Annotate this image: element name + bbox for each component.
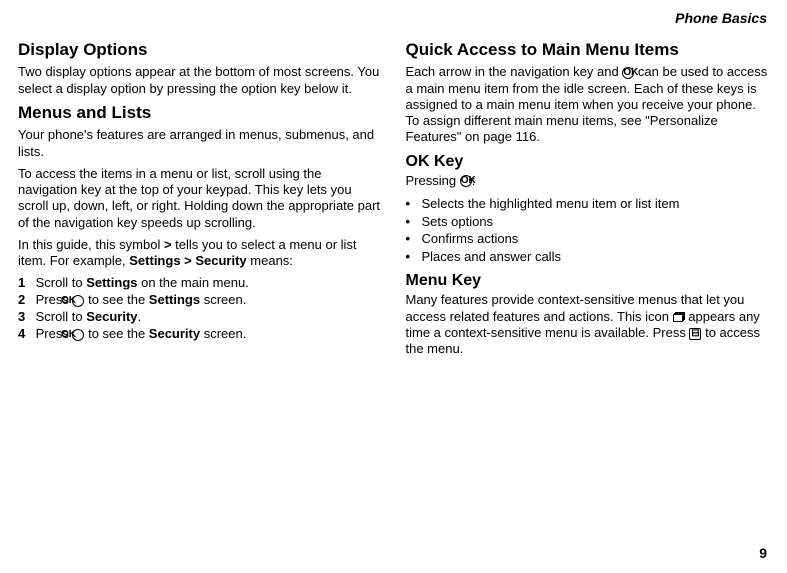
paragraph: Each arrow in the navigation key and OK …	[406, 64, 770, 145]
step-1: 1 Scroll to Settings on the main menu.	[18, 275, 382, 292]
chapter-title: Phone Basics	[18, 10, 769, 26]
left-column: Display Options Two display options appe…	[18, 34, 382, 363]
paragraph: In this guide, this symbol > tells you t…	[18, 237, 382, 270]
two-column-layout: Display Options Two display options appe…	[18, 34, 769, 363]
text: Scroll to	[36, 275, 87, 290]
menu-name: Settings	[86, 275, 137, 290]
ok-key-icon: OK	[460, 175, 472, 187]
paragraph: To access the items in a menu or list, s…	[18, 166, 382, 231]
bullet-list: Selects the highlighted menu item or lis…	[406, 195, 770, 265]
right-column: Quick Access to Main Menu Items Each arr…	[406, 34, 770, 363]
text: means:	[247, 253, 293, 268]
paragraph: Pressing OK:	[406, 173, 770, 189]
list-item: Places and answer calls	[406, 248, 770, 266]
text: In this guide, this symbol	[18, 237, 164, 252]
text: Pressing	[406, 173, 460, 188]
list-item: Confirms actions	[406, 230, 770, 248]
text: to see the	[84, 326, 148, 341]
list-item: Selects the highlighted menu item or lis…	[406, 195, 770, 213]
heading-menus-lists: Menus and Lists	[18, 103, 382, 123]
ok-key-icon: OK	[72, 329, 84, 341]
text: Each arrow in the navigation key and	[406, 64, 623, 79]
ok-key-icon: OK	[622, 67, 634, 79]
heading-menu-key: Menu Key	[406, 271, 770, 290]
step-2: 2 Press OK to see the Settings screen.	[18, 292, 382, 309]
example-path: Settings > Security	[129, 253, 246, 268]
heading-display-options: Display Options	[18, 40, 382, 60]
list-item: Sets options	[406, 213, 770, 231]
text: screen.	[200, 326, 246, 341]
step-4: 4 Press OK to see the Security screen.	[18, 326, 382, 343]
menu-stack-icon	[673, 312, 685, 322]
step-3: 3 Scroll to Security.	[18, 309, 382, 326]
text: :	[472, 173, 476, 188]
menu-name: Security	[86, 309, 137, 324]
heading-quick-access: Quick Access to Main Menu Items	[406, 40, 770, 60]
text: Scroll to	[36, 309, 87, 324]
paragraph: Many features provide context-sensitive …	[406, 292, 770, 357]
text: screen.	[200, 292, 246, 307]
menu-name: Security	[149, 326, 200, 341]
ok-key-icon: OK	[72, 295, 84, 307]
menu-key-icon: ⊟	[689, 328, 701, 340]
text: .	[138, 309, 142, 324]
page-number: 9	[759, 545, 767, 561]
numbered-steps: 1 Scroll to Settings on the main menu. 2…	[18, 275, 382, 343]
text: to see the	[84, 292, 148, 307]
paragraph: Your phone's features are arranged in me…	[18, 127, 382, 160]
heading-ok-key: OK Key	[406, 152, 770, 171]
text: on the main menu.	[138, 275, 249, 290]
paragraph: Two display options appear at the bottom…	[18, 64, 382, 97]
symbol-greater-than: >	[164, 237, 172, 252]
menu-name: Settings	[149, 292, 200, 307]
